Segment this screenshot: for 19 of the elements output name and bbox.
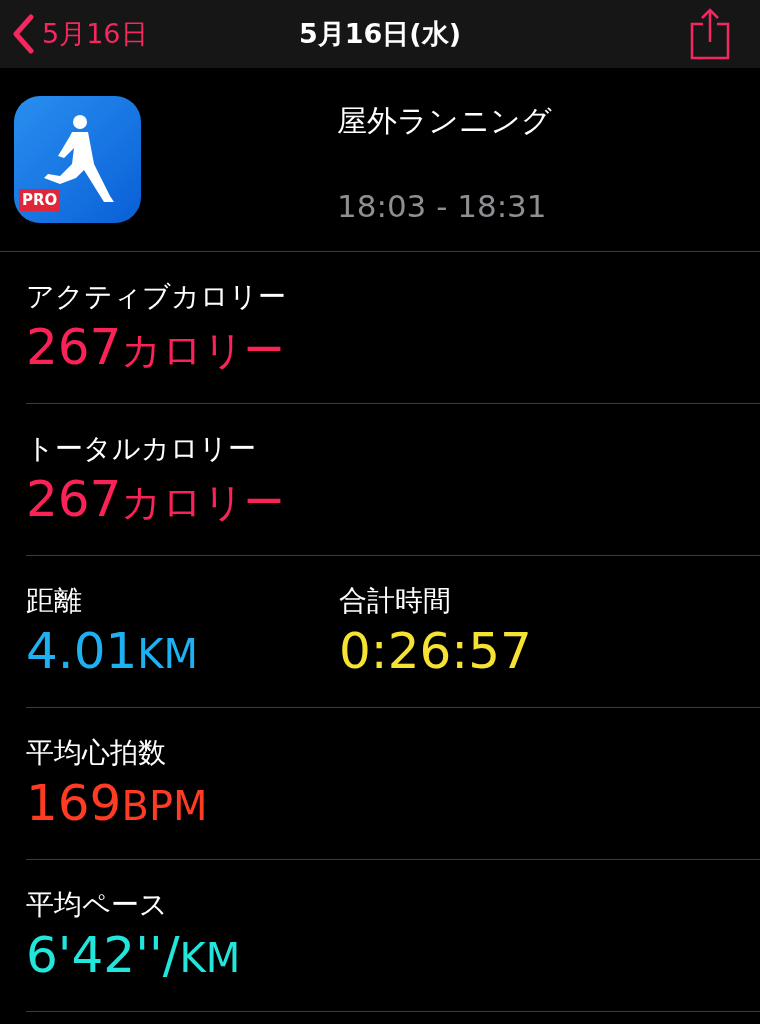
- workout-type: 屋外ランニング: [337, 101, 552, 140]
- share-icon[interactable]: [690, 8, 730, 60]
- metric-value: 267カロリー: [26, 469, 285, 530]
- metric-label: 距離: [26, 583, 82, 619]
- back-button[interactable]: 5月16日: [12, 13, 148, 55]
- metric-label: トータルカロリー: [26, 431, 256, 467]
- metric-value: 0:26:57: [339, 621, 532, 682]
- metric-label: 合計時間: [339, 583, 451, 619]
- back-chevron-icon: [12, 14, 34, 54]
- metric-label: 平均心拍数: [26, 735, 166, 771]
- pro-badge: PRO: [19, 189, 61, 211]
- metric-value: 267カロリー: [26, 317, 285, 378]
- metric-value: 4.01KM: [26, 621, 199, 682]
- nav-title: 5月16日(水): [298, 16, 461, 51]
- metric-label: 平均ペース: [26, 887, 168, 923]
- metric-value: 169BPM: [26, 773, 208, 834]
- metric-value: 6'42''/KM: [26, 925, 241, 986]
- metric-label: アクティブカロリー: [26, 279, 286, 315]
- workout-time-range: 18:03 - 18:31: [337, 186, 548, 226]
